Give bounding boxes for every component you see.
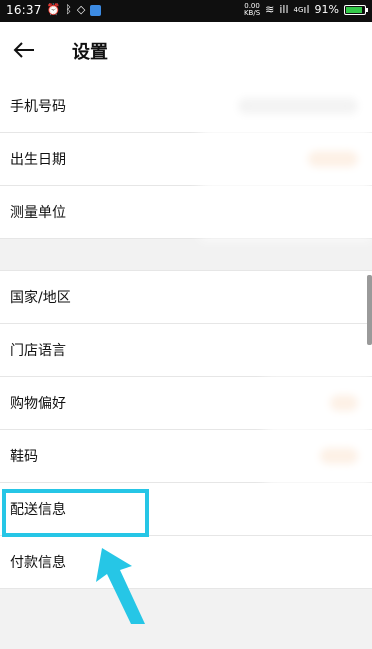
pointer-arrow-icon	[96, 548, 145, 624]
